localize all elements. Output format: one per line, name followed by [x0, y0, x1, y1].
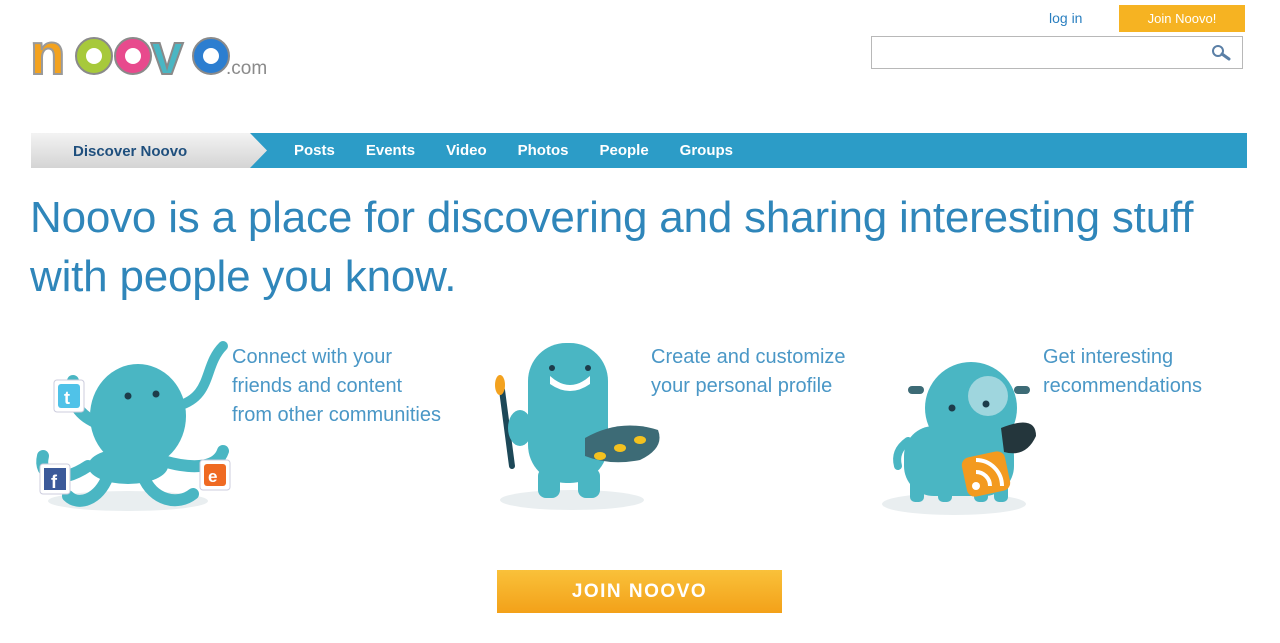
- search-box: [871, 36, 1243, 69]
- svg-text:.com: .com: [226, 58, 267, 79]
- feature-line: friends and content: [232, 375, 403, 397]
- feature-connect-text: Connect with your friends and content fr…: [232, 343, 441, 430]
- nav-item-events[interactable]: Events: [366, 142, 415, 159]
- nav-items: Posts Events Video Photos People Groups: [278, 133, 748, 168]
- svg-text:v: v: [151, 22, 183, 87]
- nav-item-posts[interactable]: Posts: [294, 142, 335, 159]
- login-link[interactable]: log in: [1049, 10, 1082, 26]
- main-nav: Discover Noovo Posts Events Video Photos…: [31, 133, 1247, 168]
- svg-text:e: e: [208, 467, 217, 486]
- feature-line: from other communities: [232, 404, 441, 426]
- nav-item-photos[interactable]: Photos: [518, 142, 569, 159]
- svg-text:t: t: [64, 388, 70, 408]
- feature-line: Create and customize: [651, 346, 846, 368]
- svg-text:n: n: [30, 22, 65, 87]
- dog-rss-icon: [882, 362, 1036, 515]
- feature-line: your personal profile: [651, 375, 833, 397]
- feature-line: Connect with your: [232, 346, 393, 368]
- octopus-icon: t f e: [36, 341, 231, 511]
- nav-item-groups[interactable]: Groups: [680, 142, 733, 159]
- join-noovo-header-button[interactable]: Join Noovo!: [1119, 5, 1245, 32]
- nav-item-video[interactable]: Video: [446, 142, 487, 159]
- noovo-logo[interactable]: n v .com: [29, 21, 275, 92]
- painter-monster-icon: [495, 343, 660, 510]
- page-headline: Noovo is a place for discovering and sha…: [30, 193, 1194, 301]
- svg-text:f: f: [51, 472, 58, 492]
- feature-recommendations-text: Get interesting recommendations: [1043, 343, 1202, 401]
- search-icon[interactable]: [1210, 44, 1232, 62]
- feature-line: recommendations: [1043, 375, 1202, 397]
- feature-profile-text: Create and customize your personal profi…: [651, 343, 846, 401]
- nav-discover-label: Discover Noovo: [73, 143, 188, 160]
- nav-discover-noovo[interactable]: Discover Noovo: [31, 133, 283, 168]
- feature-line: Get interesting: [1043, 346, 1174, 368]
- join-noovo-button[interactable]: JOIN NOOVO: [497, 570, 782, 613]
- nav-item-people[interactable]: People: [599, 142, 648, 159]
- search-input[interactable]: [872, 37, 1218, 68]
